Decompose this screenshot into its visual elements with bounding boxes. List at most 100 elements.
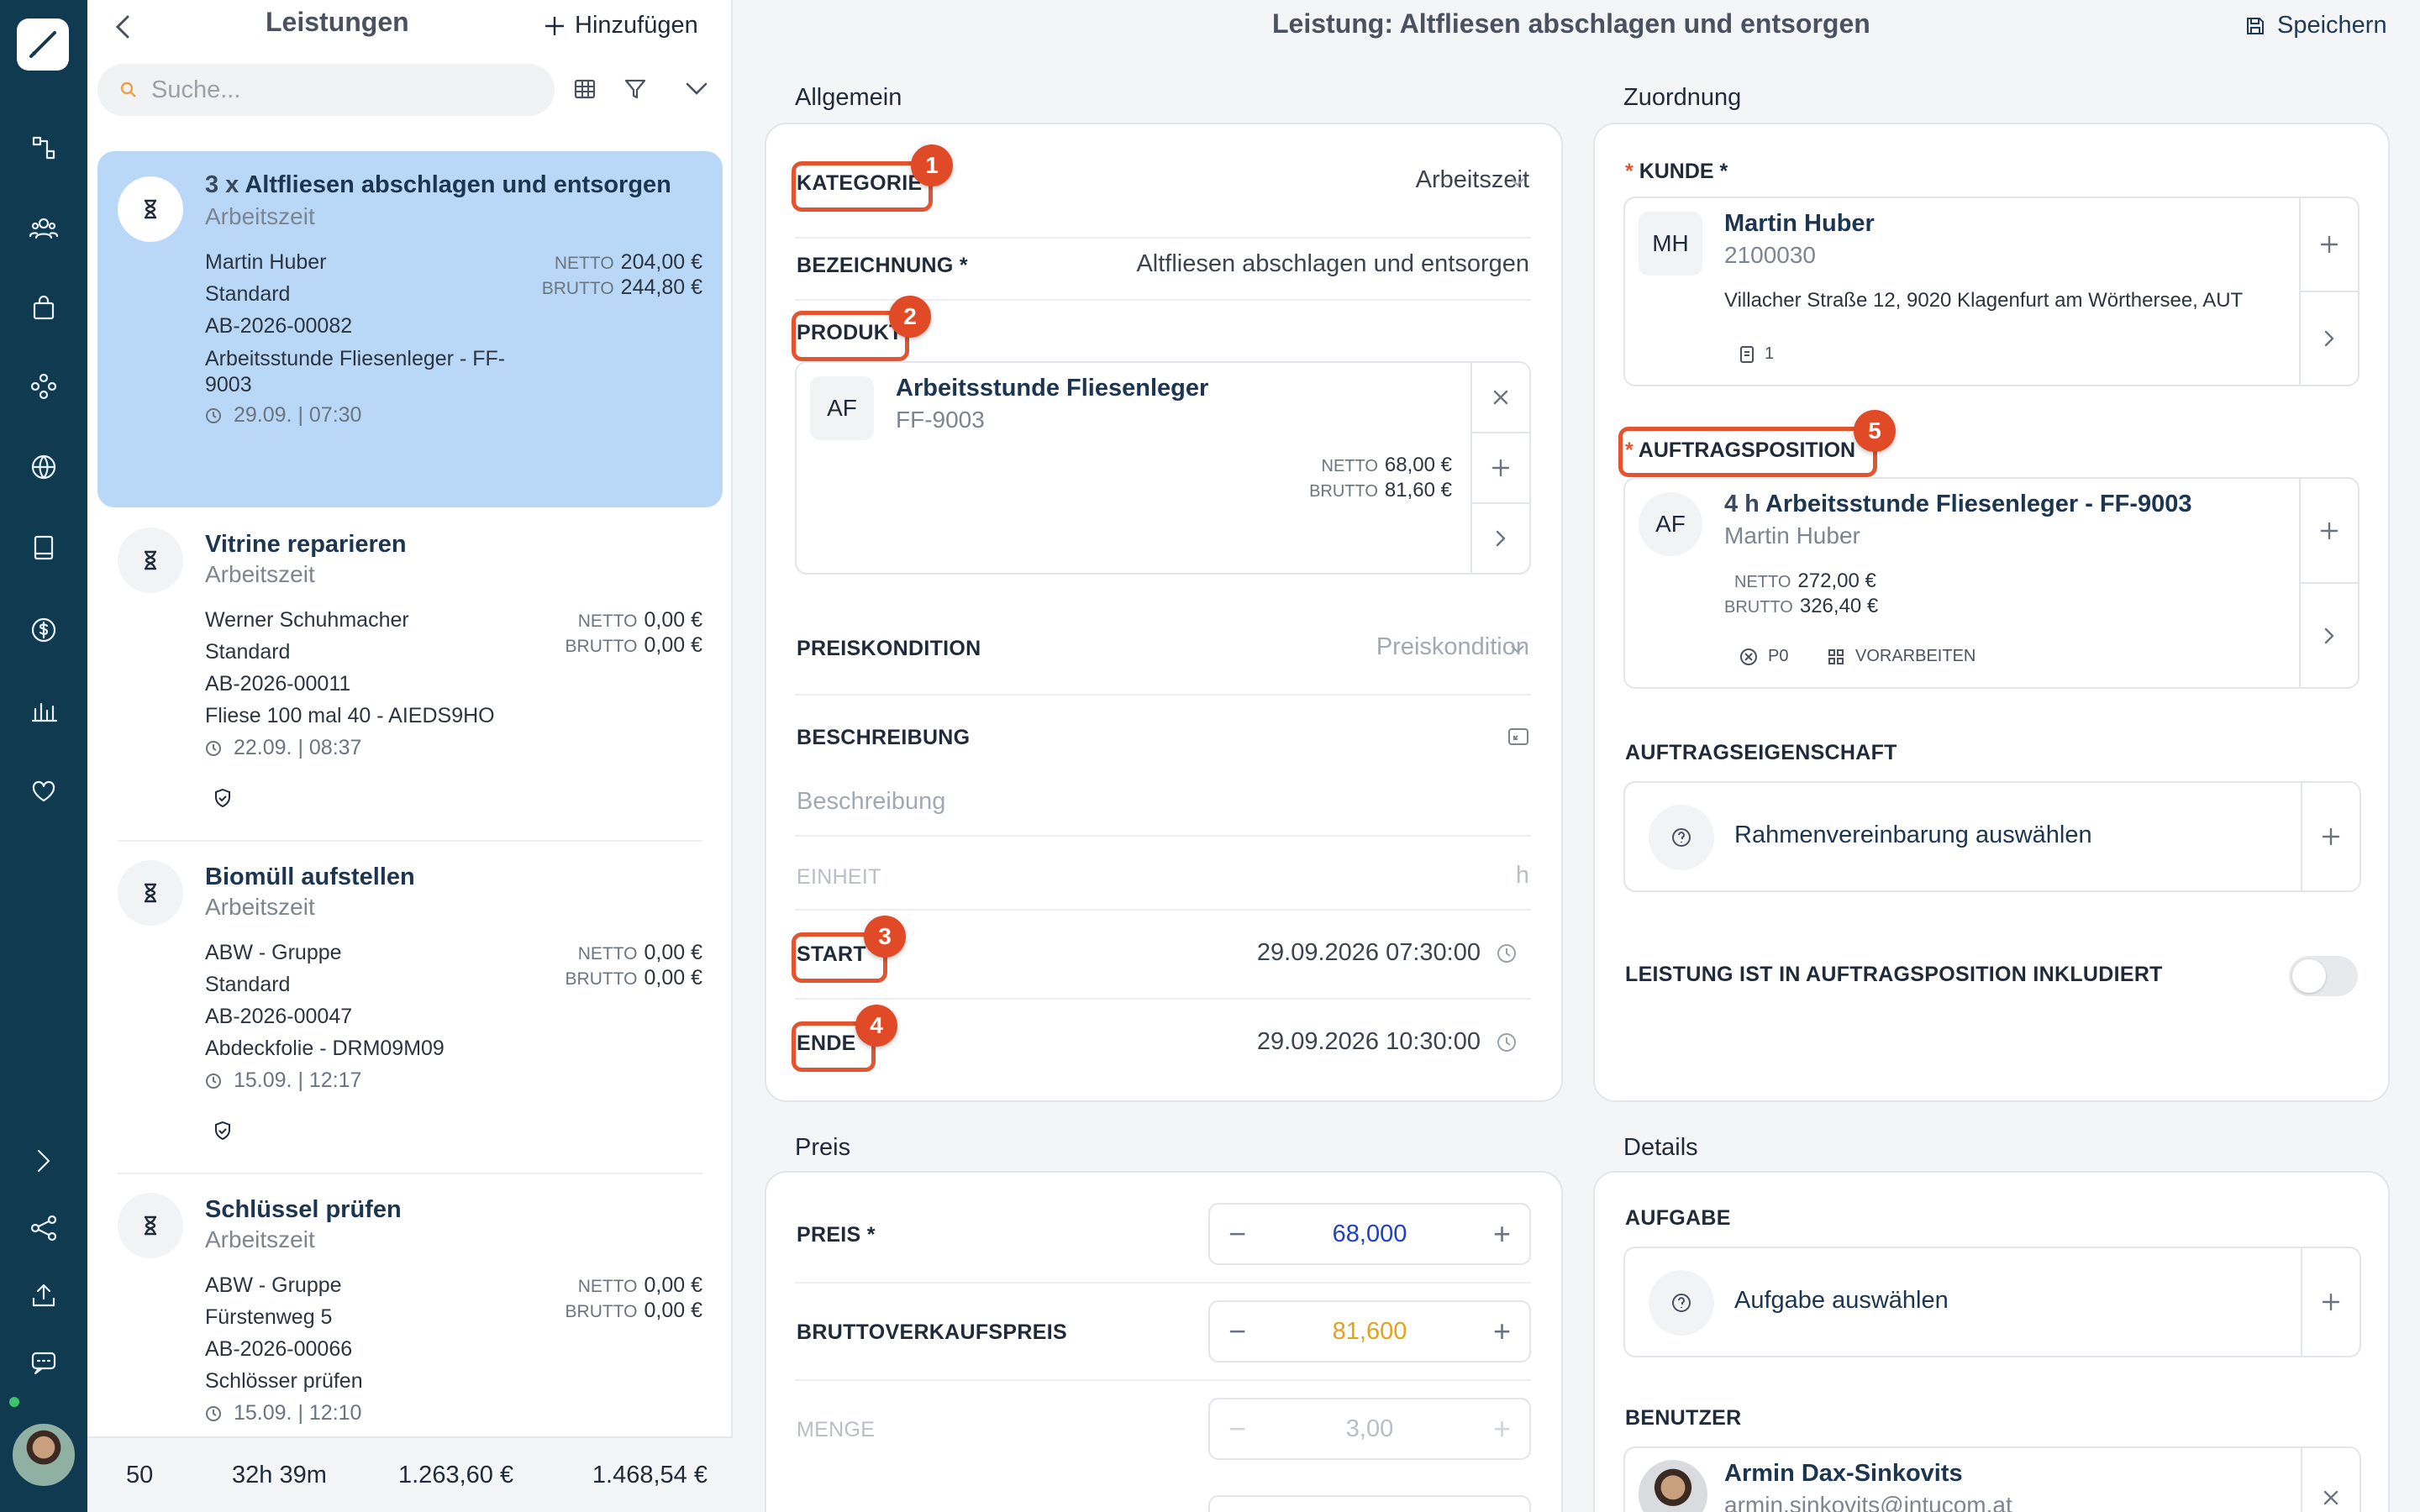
preiskondition-select[interactable]: Preiskondition: [1376, 633, 1529, 661]
divider: [118, 840, 702, 842]
produkt-card[interactable]: AF Arbeitsstunde Fliesenleger FF-9003 NE…: [795, 361, 1531, 575]
kunde-card[interactable]: MH Martin Huber 2100030 Villacher Straße…: [1623, 197, 2360, 386]
item-product: Arbeitsstunde Fliesenleger - FF-9003: [205, 347, 506, 396]
remove-produkt-button[interactable]: [1472, 363, 1529, 433]
expand-rail-icon[interactable]: [18, 1136, 69, 1186]
save-button[interactable]: Speichern: [2245, 12, 2387, 39]
nav-network-icon[interactable]: [18, 361, 69, 412]
minus-icon[interactable]: −: [1228, 1314, 1246, 1349]
add-produkt-button[interactable]: [1472, 433, 1529, 504]
list-item[interactable]: Vitrine reparieren Arbeitszeit Werner Sc…: [97, 514, 723, 835]
save-icon: [2247, 17, 2264, 34]
add-rahmenvereinbarung-button[interactable]: [2302, 783, 2360, 890]
item-time: 29.09. | 07:30: [234, 403, 362, 427]
nav-chat-icon[interactable]: [18, 1337, 69, 1388]
item-title: Altfliesen abschlagen und entsorgen: [245, 171, 671, 198]
hourglass-icon: [118, 1193, 183, 1258]
back-chevron-icon[interactable]: [111, 12, 136, 42]
add-aufgabe-button[interactable]: [2302, 1248, 2360, 1356]
minus-icon: −: [1228, 1411, 1247, 1446]
chevron-down-icon: [1507, 171, 1528, 192]
annotation-badge: 1: [911, 144, 953, 186]
item-code: AB-2026-00047: [205, 1005, 353, 1028]
add-auftragsposition-button[interactable]: [2301, 479, 2358, 584]
sort-chevron-icon[interactable]: [684, 79, 709, 99]
nav-money-icon[interactable]: [18, 605, 69, 655]
expand-editor-icon[interactable]: [1507, 727, 1529, 746]
kunde-number: 2100030: [1724, 242, 1817, 268]
list-item[interactable]: Biomüll aufstellen Arbeitszeit ABW - Gru…: [97, 847, 723, 1168]
document-icon: [1740, 345, 1754, 363]
item-kind: Standard: [205, 973, 291, 996]
kunde-address: Villacher Straße 12, 9020 Klagenfurt am …: [1724, 289, 2244, 312]
brutto-label: BRUTTO: [565, 1302, 638, 1321]
nav-team-icon[interactable]: [18, 203, 69, 254]
plus-icon[interactable]: +: [1493, 1216, 1511, 1252]
item-category: Arbeitszeit: [205, 203, 315, 229]
plus-icon: +: [1492, 1411, 1511, 1446]
nav-globe-icon[interactable]: [18, 442, 69, 492]
clock-icon[interactable]: [1496, 942, 1518, 964]
open-auftragsposition-button[interactable]: [2301, 584, 2358, 687]
brutto-label: BRUTTO: [1309, 482, 1378, 501]
brutto-stepper[interactable]: − 81,600 +: [1208, 1300, 1531, 1362]
item-customer: ABW - Gruppe: [205, 1273, 342, 1297]
clock-icon: [206, 1405, 221, 1421]
nav-upload-icon[interactable]: [18, 1270, 69, 1320]
produkt-netto: 68,00 €: [1384, 454, 1452, 476]
priority-icon: [1740, 648, 1757, 665]
beschreibung-label: BESCHREIBUNG: [797, 726, 971, 749]
inkludiert-toggle[interactable]: [2289, 956, 2358, 996]
chevron-right-icon: [2324, 627, 2334, 643]
search-input[interactable]: Suche...: [97, 64, 555, 116]
remove-benutzer-button[interactable]: [2302, 1448, 2360, 1512]
app-logo[interactable]: [17, 18, 69, 71]
bezeichnung-label: BEZEICHNUNG *: [797, 254, 968, 277]
preis-value[interactable]: 68,000: [1333, 1221, 1407, 1248]
start-input[interactable]: 29.09.2026 07:30:00: [1257, 939, 1481, 967]
preis-stepper[interactable]: − 68,000 +: [1208, 1203, 1531, 1265]
close-icon: [2323, 1490, 2338, 1505]
annotation-badge: 2: [889, 296, 931, 338]
search-icon: [120, 81, 136, 97]
item-netto: 0,00 €: [644, 1273, 702, 1297]
open-produkt-button[interactable]: [1472, 504, 1529, 573]
table-view-icon[interactable]: [573, 77, 597, 101]
item-qty: 3 x: [205, 171, 239, 198]
item-kind: Standard: [205, 640, 291, 664]
produkt-badge: AF: [810, 376, 874, 440]
list-item-selected[interactable]: 3 x Altfliesen abschlagen und entsorgen …: [97, 151, 723, 507]
nav-share-icon[interactable]: [18, 1203, 69, 1253]
bezeichnung-input[interactable]: Altfliesen abschlagen und entsorgen: [1136, 250, 1529, 278]
aufgabe-select[interactable]: Aufgabe auswählen: [1623, 1247, 2361, 1357]
rahmenvereinbarung-select[interactable]: Rahmenvereinbarung auswählen: [1623, 781, 2361, 892]
search-placeholder: Suche...: [151, 76, 241, 103]
benutzer-card[interactable]: Armin Dax-Sinkovits armin.sinkovits@intu…: [1623, 1446, 2361, 1512]
nav-heart-icon[interactable]: [18, 766, 69, 816]
nav-workflow-icon[interactable]: [18, 123, 69, 173]
next-stepper[interactable]: [1208, 1495, 1531, 1512]
item-title: Biomüll aufstellen: [205, 864, 415, 890]
brutto-value[interactable]: 81,600: [1333, 1318, 1407, 1346]
plus-icon[interactable]: +: [1493, 1314, 1511, 1349]
nav-shop-icon[interactable]: [18, 282, 69, 333]
add-kunde-button[interactable]: [2301, 198, 2358, 292]
nav-chart-icon[interactable]: [18, 685, 69, 736]
clock-icon[interactable]: [1496, 1032, 1518, 1053]
shield-check-icon: [213, 788, 232, 808]
nav-book-icon[interactable]: [18, 522, 69, 573]
kunde-name: Martin Huber: [1724, 210, 1875, 237]
divider: [795, 998, 1531, 1000]
filter-icon[interactable]: [623, 77, 647, 101]
open-kunde-button[interactable]: [2301, 292, 2358, 385]
add-button[interactable]: Hinzufügen: [543, 12, 698, 39]
auftragsposition-card[interactable]: AF 4 h Arbeitsstunde Fliesenleger - FF-9…: [1623, 477, 2360, 689]
list-item[interactable]: Schlüssel prüfen Arbeitszeit ABW - Grupp…: [97, 1179, 723, 1436]
user-avatar[interactable]: [10, 1421, 77, 1488]
minus-icon[interactable]: −: [1228, 1216, 1246, 1252]
aufgabe-placeholder: Aufgabe auswählen: [1734, 1287, 1949, 1314]
auftragseigenschaft-label: AUFTRAGSEIGENSCHAFT: [1625, 741, 1897, 764]
plus-icon: [1491, 459, 1510, 477]
beschreibung-input[interactable]: Beschreibung: [797, 788, 945, 816]
ende-input[interactable]: 29.09.2026 10:30:00: [1257, 1028, 1481, 1056]
